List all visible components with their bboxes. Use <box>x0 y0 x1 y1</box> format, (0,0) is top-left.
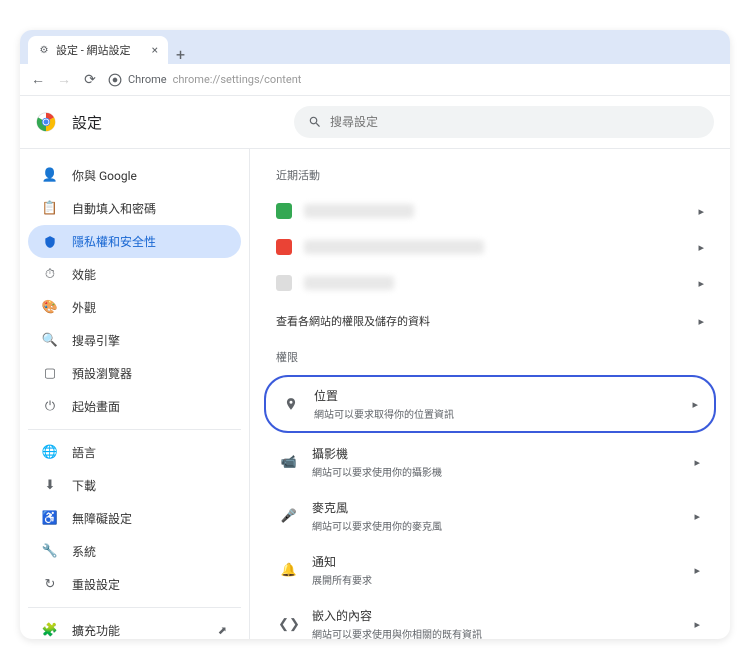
sidebar-item-you-google[interactable]: 👤你與 Google <box>28 159 241 192</box>
code-icon: ❮❯ <box>280 617 298 632</box>
sidebar: 👤你與 Google 📋自動填入和密碼 隱私權和安全性 ⏱效能 🎨外觀 🔍搜尋引… <box>20 149 250 639</box>
perm-embedded[interactable]: ❮❯ 嵌入的內容網站可以要求使用與你相關的既有資訊 ▸ <box>268 597 712 639</box>
sidebar-item-performance[interactable]: ⏱效能 <box>28 258 241 291</box>
url-path: chrome://settings/content <box>173 73 302 86</box>
sidebar-item-privacy[interactable]: 隱私權和安全性 <box>28 225 241 258</box>
main-content: 近期活動 ▸ ▸ ▸ 查看各網站的權限及儲存的資料 ▸ <box>250 149 730 639</box>
perm-notifications[interactable]: 🔔 通知展開所有要求 ▸ <box>268 543 712 597</box>
download-icon: ⬇ <box>42 478 58 494</box>
sidebar-item-autofill[interactable]: 📋自動填入和密碼 <box>28 192 241 225</box>
chrome-icon <box>108 73 122 87</box>
microphone-icon: 🎤 <box>280 509 298 524</box>
search-icon: 🔍 <box>42 333 58 349</box>
gear-icon: ⚙ <box>38 44 50 56</box>
external-link-icon: ⬈ <box>218 624 227 637</box>
chevron-right-icon: ▸ <box>698 205 704 218</box>
page-header: 設定 <box>20 96 730 149</box>
reset-icon: ↻ <box>42 577 58 593</box>
sidebar-item-language[interactable]: 🌐語言 <box>28 436 241 469</box>
bell-icon: 🔔 <box>280 563 298 578</box>
sidebar-item-extensions[interactable]: 🧩擴充功能⬈ <box>28 614 241 639</box>
camera-icon: 📹 <box>280 455 298 470</box>
blurred-content <box>304 240 484 254</box>
person-icon: 👤 <box>42 168 58 184</box>
activity-item[interactable]: ▸ <box>268 229 712 265</box>
divider <box>28 607 241 608</box>
chevron-right-icon: ▸ <box>694 510 700 523</box>
all-sites-link[interactable]: 查看各網站的權限及儲存的資料 ▸ <box>268 301 712 341</box>
chevron-right-icon: ▸ <box>692 398 698 411</box>
chevron-right-icon: ▸ <box>694 618 700 631</box>
site-favicon <box>276 203 292 219</box>
speedometer-icon: ⏱ <box>42 267 58 283</box>
blurred-content <box>304 204 414 218</box>
toolbar: ← → ⟳ Chrome chrome://settings/content <box>20 64 730 96</box>
blurred-content <box>304 276 394 290</box>
site-favicon <box>276 239 292 255</box>
sidebar-item-appearance[interactable]: 🎨外觀 <box>28 291 241 324</box>
palette-icon: 🎨 <box>42 300 58 316</box>
sidebar-item-accessibility[interactable]: ♿無障礙設定 <box>28 502 241 535</box>
search-box[interactable] <box>294 106 714 138</box>
activity-item[interactable]: ▸ <box>268 193 712 229</box>
chevron-right-icon: ▸ <box>694 456 700 469</box>
tab-bar: ⚙ 設定 - 網站設定 × + <box>20 30 730 64</box>
perm-location[interactable]: 位置網站可以要求取得你的位置資訊 ▸ <box>264 375 716 433</box>
tab-title: 設定 - 網站設定 <box>56 42 146 58</box>
chevron-right-icon: ▸ <box>694 564 700 577</box>
perm-camera[interactable]: 📹 攝影機網站可以要求使用你的攝影機 ▸ <box>268 435 712 489</box>
activity-item[interactable]: ▸ <box>268 265 712 301</box>
reload-button[interactable]: ⟳ <box>82 72 98 88</box>
recent-activity-title: 近期活動 <box>276 167 712 183</box>
sidebar-item-downloads[interactable]: ⬇下載 <box>28 469 241 502</box>
search-input[interactable] <box>330 115 700 129</box>
power-icon: ⏻ <box>42 399 58 415</box>
page-title: 設定 <box>72 112 102 133</box>
globe-icon: 🌐 <box>42 445 58 461</box>
close-icon[interactable]: × <box>152 43 158 57</box>
sidebar-item-system[interactable]: 🔧系統 <box>28 535 241 568</box>
browser-tab[interactable]: ⚙ 設定 - 網站設定 × <box>28 36 168 64</box>
back-button[interactable]: ← <box>30 71 46 88</box>
new-tab-button[interactable]: + <box>168 45 193 64</box>
window-icon: ▢ <box>42 366 58 382</box>
url-bar[interactable]: Chrome chrome://settings/content <box>108 73 301 87</box>
shield-icon <box>42 234 58 250</box>
accessibility-icon: ♿ <box>42 511 58 527</box>
chevron-right-icon: ▸ <box>698 277 704 290</box>
sidebar-item-default-browser[interactable]: ▢預設瀏覽器 <box>28 357 241 390</box>
sidebar-item-search[interactable]: 🔍搜尋引擎 <box>28 324 241 357</box>
sidebar-item-reset[interactable]: ↻重設設定 <box>28 568 241 601</box>
forward-button[interactable]: → <box>56 71 72 88</box>
clipboard-icon: 📋 <box>42 201 58 217</box>
chevron-right-icon: ▸ <box>698 241 704 254</box>
chevron-right-icon: ▸ <box>698 315 704 328</box>
puzzle-icon: 🧩 <box>42 623 58 639</box>
permissions-title: 權限 <box>276 349 712 365</box>
sidebar-item-startup[interactable]: ⏻起始畫面 <box>28 390 241 423</box>
location-icon <box>282 397 300 411</box>
divider <box>28 429 241 430</box>
chrome-logo-icon <box>36 112 56 132</box>
perm-microphone[interactable]: 🎤 麥克風網站可以要求使用你的麥克風 ▸ <box>268 489 712 543</box>
url-origin: Chrome <box>128 73 167 86</box>
search-icon <box>308 115 322 129</box>
wrench-icon: 🔧 <box>42 544 58 560</box>
site-favicon <box>276 275 292 291</box>
